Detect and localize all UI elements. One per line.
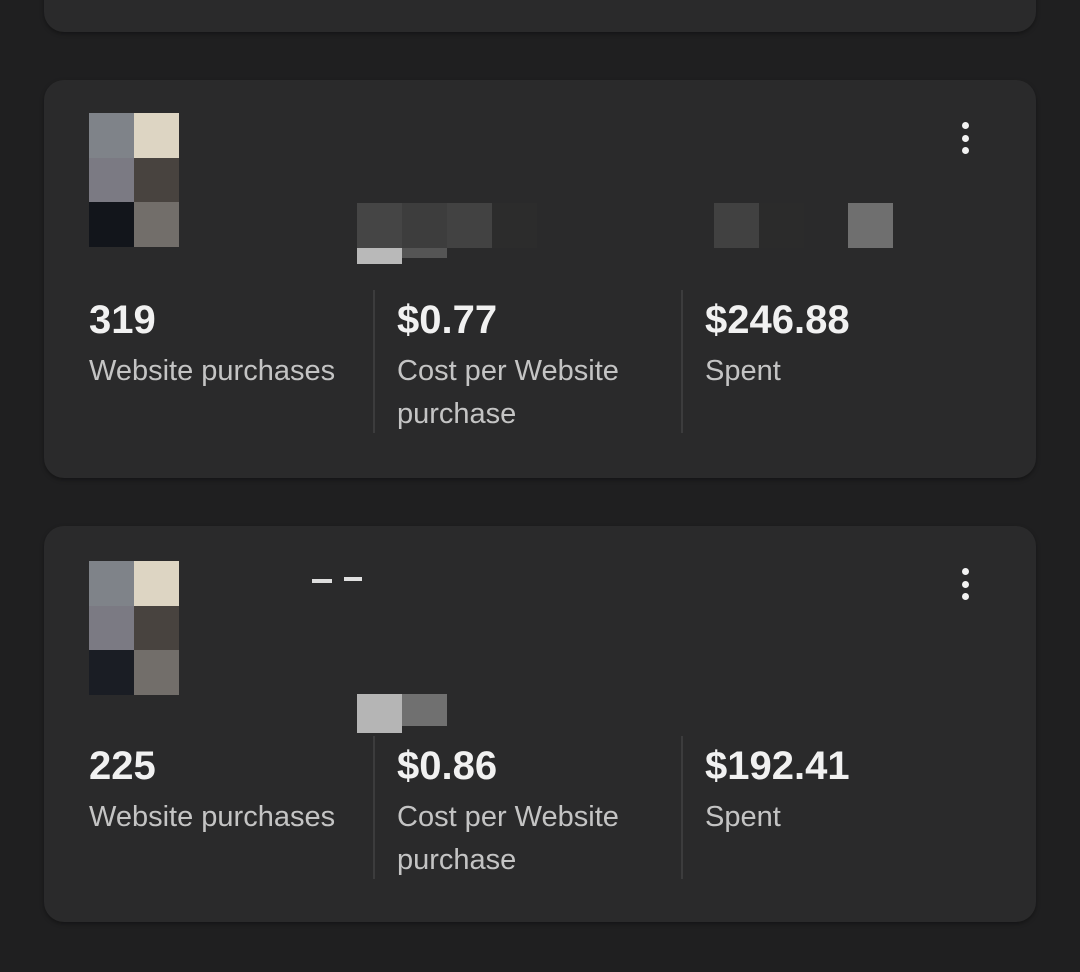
campaign-card-partial[interactable] xyxy=(44,0,1036,32)
metric-value: $192.41 xyxy=(705,744,850,788)
more-vertical-icon[interactable] xyxy=(950,564,980,604)
metrics-row: 319 Website purchases $0.77 Cost per Web… xyxy=(89,290,989,435)
metric-spent: $192.41 Spent xyxy=(705,736,990,881)
metric-label: Website purchases xyxy=(89,801,336,833)
metrics-row: 225 Website purchases $0.86 Cost per Web… xyxy=(89,736,989,881)
metric-website-purchases: 225 Website purchases xyxy=(89,736,374,881)
metric-label: Cost per Website purchase xyxy=(397,801,619,876)
campaign-card[interactable]: 319 Website purchases $0.77 Cost per Web… xyxy=(44,80,1036,478)
metric-value: $0.86 xyxy=(397,744,498,788)
divider xyxy=(373,290,375,433)
metric-value: 319 xyxy=(89,298,156,342)
campaign-card[interactable]: 225 Website purchases $0.86 Cost per Web… xyxy=(44,526,1036,922)
campaign-thumbnail xyxy=(89,113,179,247)
divider xyxy=(681,290,683,433)
metric-cost-per-purchase: $0.77 Cost per Website purchase xyxy=(397,290,682,435)
divider xyxy=(373,736,375,879)
metric-website-purchases: 319 Website purchases xyxy=(89,290,374,435)
metric-label: Spent xyxy=(705,355,781,387)
campaign-name-redacted xyxy=(224,566,944,733)
campaign-thumbnail xyxy=(89,561,179,695)
divider xyxy=(681,736,683,879)
metric-label: Spent xyxy=(705,801,781,833)
metric-label: Cost per Website purchase xyxy=(397,355,619,430)
metric-cost-per-purchase: $0.86 Cost per Website purchase xyxy=(397,736,682,881)
campaign-name-redacted xyxy=(224,120,944,270)
metric-value: $0.77 xyxy=(397,298,498,342)
more-vertical-icon[interactable] xyxy=(950,118,980,158)
metric-value: $246.88 xyxy=(705,298,850,342)
metric-value: 225 xyxy=(89,744,156,788)
metric-spent: $246.88 Spent xyxy=(705,290,990,435)
metric-label: Website purchases xyxy=(89,355,336,387)
